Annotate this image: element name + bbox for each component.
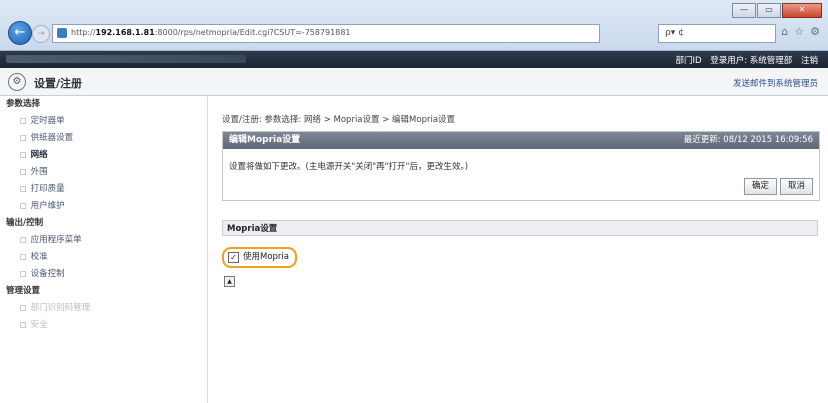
sidebar-item-paper-feeder[interactable]: 供纸器设置 bbox=[0, 130, 207, 147]
user-info: 部门ID 登录用户: 系统管理部 注销 bbox=[669, 54, 818, 66]
sidebar-item-external[interactable]: 外围 bbox=[0, 164, 207, 181]
page-header: ⚙ 设置/注册 发送邮件到系统管理员 bbox=[0, 68, 828, 96]
sidebar-section-management: 管理设置 bbox=[6, 286, 41, 296]
sidebar-item-dept-id[interactable]: 部门识别码管理 bbox=[0, 300, 207, 317]
sidebar-item-calibration[interactable]: 校准 bbox=[0, 249, 207, 266]
browser-tool-icons: ⌂ ☆ ⚙ bbox=[781, 25, 820, 38]
window-controls: — ▭ ✕ bbox=[731, 3, 822, 18]
panel-header: 编辑Mopria设置 最近更新: 08/12 2015 16:09:56 bbox=[223, 132, 819, 149]
cancel-button[interactable]: 取消 bbox=[779, 178, 813, 195]
sidebar-item-network[interactable]: 网络 bbox=[0, 147, 207, 164]
back-to-top-button[interactable]: ▲ bbox=[224, 276, 235, 287]
settings-gear-icon[interactable]: ⚙ bbox=[810, 25, 820, 38]
ok-button[interactable]: 确定 bbox=[743, 178, 777, 195]
settings-gear-icon: ⚙ bbox=[8, 73, 26, 91]
panel-title: 编辑Mopria设置 bbox=[229, 135, 301, 145]
site-favicon-icon bbox=[57, 28, 67, 38]
device-toolbar: 部门ID 登录用户: 系统管理部 注销 bbox=[0, 51, 828, 68]
page-title: 设置/注册 bbox=[34, 77, 83, 90]
dept-id-label: 部门ID bbox=[675, 56, 702, 66]
sidebar-item-security[interactable]: 安全 bbox=[0, 317, 207, 334]
address-bar[interactable]: http://192.168.1.81:8000/rps/netmopria/E… bbox=[52, 24, 600, 43]
breadcrumb: 设置/注册: 参数选择: 网络 > Mopria设置 > 编辑Mopria设置 bbox=[222, 115, 456, 125]
logout-link[interactable]: 注销 bbox=[801, 56, 818, 66]
address-url: http://192.168.1.81:8000/rps/netmopria/E… bbox=[71, 28, 351, 37]
panel-buttons: 确定 取消 bbox=[743, 178, 813, 195]
last-update: 最近更新: 08/12 2015 16:09:56 bbox=[683, 135, 813, 145]
mail-admin-link[interactable]: 发送邮件到系统管理员 bbox=[733, 77, 818, 89]
favorites-star-icon[interactable]: ☆ bbox=[794, 25, 804, 38]
logged-in-user: 登录用户: 系统管理部 bbox=[710, 56, 793, 66]
sidebar-item-print-quality[interactable]: 打印质量 bbox=[0, 181, 207, 198]
search-refresh-text: ρ▾ ¢ bbox=[665, 28, 684, 38]
sidebar-section-preferences: 参数选择 bbox=[6, 99, 41, 109]
forward-arrow-icon[interactable]: → bbox=[32, 25, 50, 43]
sidebar: 参数选择 定时器单 供纸器设置 网络 外围 打印质量 用户维护 输出/控制 应用… bbox=[0, 96, 208, 403]
change-note: 设置将做如下更改。(主电源开关"关闭"再"打开"后，更改生效。) bbox=[229, 162, 469, 172]
close-button[interactable]: ✕ bbox=[782, 3, 822, 18]
back-arrow-icon[interactable]: ← bbox=[8, 21, 32, 45]
browser-chrome: — ▭ ✕ ← → http://192.168.1.81:8000/rps/n… bbox=[0, 0, 828, 51]
sidebar-section-output-control: 输出/控制 bbox=[6, 218, 44, 228]
use-mopria-option[interactable]: ✓ 使用Mopria bbox=[222, 247, 297, 268]
sidebar-item-app-menu[interactable]: 应用程序菜单 bbox=[0, 232, 207, 249]
use-mopria-label: 使用Mopria bbox=[243, 252, 289, 262]
edit-panel: 编辑Mopria设置 最近更新: 08/12 2015 16:09:56 设置将… bbox=[222, 131, 820, 201]
minimize-button[interactable]: — bbox=[732, 3, 756, 18]
sidebar-item-device-control[interactable]: 设备控制 bbox=[0, 266, 207, 283]
maximize-button[interactable]: ▭ bbox=[757, 3, 781, 18]
sidebar-item-timer[interactable]: 定时器单 bbox=[0, 113, 207, 130]
mopria-section-header: Mopria设置 bbox=[222, 220, 818, 236]
device-logo-bar bbox=[6, 55, 246, 63]
search-refresh-box[interactable]: ρ▾ ¢ bbox=[658, 24, 776, 43]
use-mopria-checkbox[interactable]: ✓ bbox=[228, 252, 239, 263]
sidebar-item-user-maintenance[interactable]: 用户维护 bbox=[0, 198, 207, 215]
home-icon[interactable]: ⌂ bbox=[781, 25, 788, 38]
